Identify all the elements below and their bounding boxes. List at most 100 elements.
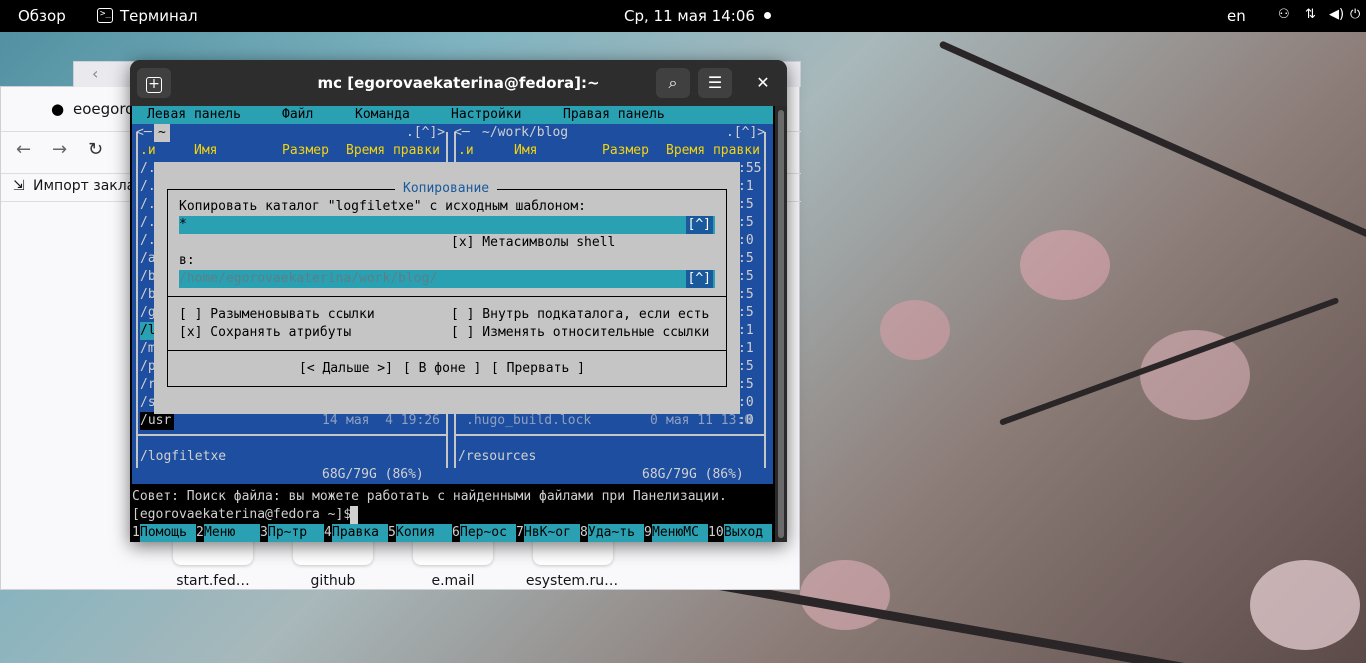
next-button[interactable]: [< Дальше >] — [299, 360, 393, 378]
shell-prompt[interactable]: [egorovaekaterina@fedora ~]$ — [132, 506, 351, 524]
history-button[interactable]: [^] — [685, 270, 713, 288]
cursor — [350, 506, 358, 524]
right-disk-usage: 68G/79G (86%) — [642, 467, 744, 482]
reload-icon[interactable]: ↻ — [88, 139, 103, 160]
close-button[interactable]: ✕ — [746, 68, 780, 98]
close-icon: ✕ — [756, 73, 770, 92]
shortcut-label[interactable]: esystem.ru… — [522, 573, 622, 589]
terminal-screen[interactable]: Левая панель Файл Команда Настройки Прав… — [130, 106, 775, 542]
left-disk-usage: 68G/79G (86%) — [322, 467, 424, 482]
menu-right-panel[interactable]: Правая панель — [563, 106, 665, 124]
fkey-number: 7 — [516, 525, 524, 540]
fkey-number: 9 — [644, 525, 652, 540]
shortcut-label[interactable]: e.mail — [403, 573, 503, 589]
fkey-button[interactable]: Пер~ос — [460, 524, 516, 542]
terminal-headerbar: + mc [egorovaekaterina@fedora]:~ ⌕ ☰ ✕ — [130, 60, 787, 106]
col-header[interactable]: Время правки — [346, 142, 440, 160]
fkey-number: 10 — [708, 525, 724, 540]
fkey-button[interactable]: Выход — [724, 524, 772, 542]
fkey-number: 5 — [388, 525, 396, 540]
right-panel-path[interactable]: ~/work/blog — [482, 124, 568, 142]
accessibility-icon[interactable]: ⚇ — [1278, 7, 1290, 22]
app-menu-button[interactable]: Терминал — [120, 7, 198, 25]
terminal-icon: >_ — [97, 8, 113, 23]
fkey-button[interactable]: МенюMC — [652, 524, 708, 542]
history-button[interactable]: [^] — [685, 216, 713, 234]
shortcut-label[interactable]: github — [283, 573, 383, 589]
search-button[interactable]: ⌕ — [656, 68, 690, 98]
menu-button[interactable]: ☰ — [698, 68, 732, 98]
back-icon[interactable]: ‹ — [92, 64, 98, 83]
dive-subdir-checkbox[interactable]: [ ] Внутрь подкаталога, если есть — [451, 306, 709, 324]
preserve-attrs-checkbox[interactable]: [x] Сохранять атрибуты — [179, 324, 351, 342]
shell-patterns-checkbox[interactable]: [x] Метасимволы shell — [451, 234, 615, 252]
fkey-button[interactable]: Пр~тр — [268, 524, 324, 542]
right-panel-corner[interactable]: .[^]> — [726, 124, 765, 142]
col-header[interactable]: Имя — [194, 142, 217, 160]
file-row-date: мая 4 19:26 — [346, 413, 440, 428]
fkey-number: 8 — [580, 525, 588, 540]
destination-input[interactable]: /home/egorovaekaterina/work/blog/ [^] — [179, 270, 715, 288]
dereference-checkbox[interactable]: [ ] Разыменовывать ссылки — [179, 306, 375, 324]
source-mask-value: * — [179, 217, 187, 232]
col-header: .и — [458, 143, 474, 158]
clock[interactable]: Ср, 11 мая 14:06 — [624, 7, 755, 25]
col-header[interactable]: Размер — [602, 142, 649, 160]
notification-dot-icon — [764, 12, 771, 19]
back-icon[interactable]: ← — [16, 139, 31, 160]
fkey-button[interactable]: НвК~ог — [524, 524, 580, 542]
abort-button[interactable]: [ Прервать ] — [491, 360, 585, 378]
search-icon: ⌕ — [668, 73, 678, 92]
menu-command[interactable]: Команда — [355, 106, 410, 124]
import-bookmarks-icon: ⇲ — [13, 178, 25, 194]
fkey-button[interactable]: Помощь — [140, 524, 196, 542]
function-key-bar: 1 Помощь 2 Меню 3 Пр~тр 4 Правка 5 Копия 6 Пер~ос… — [132, 524, 773, 542]
left-status: /logfiletxe — [140, 449, 227, 464]
fkey-number: 4 — [324, 525, 332, 540]
forward-icon[interactable]: → — [52, 139, 67, 160]
file-row-time: :1 — [738, 179, 754, 194]
wallpaper-blossom — [800, 560, 890, 630]
terminal-scrollbar[interactable] — [775, 106, 787, 542]
relative-links-checkbox[interactable]: [ ] Изменять относительные ссылки — [451, 324, 709, 342]
wallpaper-blossom — [1020, 230, 1110, 300]
col-header[interactable]: Имя — [514, 142, 537, 160]
menu-options[interactable]: Настройки — [451, 106, 521, 124]
file-row-time: :5 — [738, 305, 754, 320]
file-row-name[interactable]: .hugo_build.lock — [466, 412, 591, 430]
to-label: в: — [179, 253, 195, 268]
scrollbar-thumb[interactable] — [778, 110, 784, 538]
wallpaper-blossom — [880, 300, 950, 360]
shortcut-label[interactable]: start.fed… — [163, 573, 263, 589]
fkey-button[interactable]: Правка — [332, 524, 388, 542]
hint-line: Совет: Поиск файла: вы можете работать с… — [132, 489, 727, 504]
keyboard-layout[interactable]: en — [1227, 7, 1246, 25]
fkey-number: 2 — [196, 525, 204, 540]
col-header[interactable]: Размер — [282, 142, 329, 160]
file-row-time: :55 — [738, 161, 762, 176]
file-row-time: :0 — [738, 395, 754, 410]
wallpaper-blossom — [1250, 560, 1360, 650]
import-bookmarks-link[interactable]: Импорт заклад — [33, 178, 145, 194]
left-panel-corner[interactable]: .[^]> — [406, 124, 445, 142]
network-icon[interactable]: ⇅ — [1305, 7, 1316, 22]
power-icon[interactable]: ⏻ — [1350, 7, 1360, 22]
activities-button[interactable]: Обзор — [18, 7, 66, 25]
fkey-button[interactable]: Меню — [204, 524, 260, 542]
col-header[interactable]: Время правки — [666, 142, 760, 160]
terminal-window: + mc [egorovaekaterina@fedora]:~ ⌕ ☰ ✕ Л… — [130, 60, 787, 542]
menu-file[interactable]: Файл — [282, 106, 313, 124]
fkey-button[interactable]: Копия — [396, 524, 452, 542]
github-icon: ● — [51, 100, 65, 118]
fkey-button[interactable]: Уда~ть — [588, 524, 644, 542]
background-button[interactable]: [ В фоне ] — [403, 360, 481, 378]
source-mask-input[interactable]: * [^] — [179, 216, 715, 234]
file-row-name[interactable]: /usr — [140, 412, 174, 430]
left-panel-path[interactable]: ~ — [154, 124, 170, 142]
file-row-time: :1 — [738, 341, 754, 356]
dialog-prompt: Копировать каталог "logfiletxe" с исходн… — [179, 199, 586, 214]
volume-icon[interactable]: ◀) — [1329, 7, 1344, 22]
wallpaper-blossom — [1140, 330, 1250, 420]
menu-left-panel[interactable]: Левая панель — [147, 106, 241, 124]
file-row-time: :0 — [738, 233, 754, 248]
